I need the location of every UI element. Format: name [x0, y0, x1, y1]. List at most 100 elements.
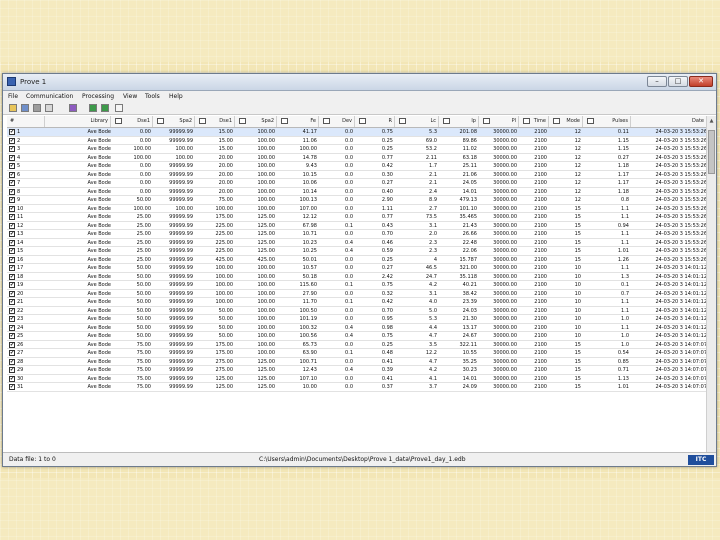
row-checkbox[interactable]	[9, 315, 15, 323]
column-header-dev[interactable]: Dev	[319, 116, 355, 127]
run-icon[interactable]	[89, 104, 97, 112]
row-checkbox[interactable]	[9, 188, 15, 196]
row-checkbox[interactable]	[9, 128, 15, 136]
table-row[interactable]: 10 Ave Bode 100.00 100.00 100.00 100.00 107.00…	[7, 205, 712, 213]
column-header-time[interactable]: Time	[519, 116, 549, 127]
row-checkbox[interactable]	[9, 281, 15, 289]
row-checkbox[interactable]	[9, 332, 15, 340]
table-row[interactable]: 2 Ave Bode 0.00 99999.99 15.00 100.00 11.06 0.0…	[7, 137, 712, 145]
column-header-mode[interactable]: Mode	[549, 116, 583, 127]
table-row[interactable]: 4 Ave Bode 100.00 100.00 20.00 100.00 14.78 0.0…	[7, 154, 712, 162]
table-row[interactable]: 11 Ave Bode 25.00 99999.99 175.00 125.00 12.12…	[7, 213, 712, 222]
table-row[interactable]: 22 Ave Bode 50.00 99999.99 50.00 100.00 100.50…	[7, 307, 712, 315]
vertical-scrollbar[interactable]: ▲ ▼	[706, 116, 716, 466]
table-row[interactable]: 20 Ave Bode 50.00 99999.99 100.00 100.00 27.90…	[7, 290, 712, 298]
row-checkbox[interactable]	[9, 290, 15, 298]
menu-file[interactable]: File	[8, 91, 18, 102]
menu-communication[interactable]: Communication	[26, 91, 73, 102]
column-header-pulses[interactable]: Pulses	[583, 116, 631, 127]
table-row[interactable]: 7 Ave Bode 0.00 99999.99 20.00 100.00 10.06 0.0…	[7, 179, 712, 188]
table-row[interactable]: 8 Ave Bode 0.00 99999.99 20.00 100.00 10.14 0.0…	[7, 188, 712, 196]
row-checkbox[interactable]	[9, 222, 15, 230]
table-row[interactable]: 18 Ave Bode 50.00 99999.99 100.00 100.00 50.18…	[7, 273, 712, 281]
scroll-thumb[interactable]	[708, 130, 715, 174]
column-header-spa2b[interactable]: Spa2	[235, 116, 277, 127]
row-checkbox[interactable]	[9, 383, 15, 391]
row-checkbox[interactable]	[9, 213, 15, 221]
column-header-r[interactable]: R	[355, 116, 395, 127]
minimize-button[interactable]: –	[647, 76, 667, 87]
row-checkbox[interactable]	[9, 298, 15, 306]
row-checkbox[interactable]	[9, 137, 15, 145]
row-checkbox[interactable]	[9, 205, 15, 213]
stop-icon[interactable]	[101, 104, 109, 112]
column-header-pl[interactable]: Pl	[479, 116, 519, 127]
table-row[interactable]: 9 Ave Bode 50.00 99999.99 75.00 100.00 100.13 0…	[7, 196, 712, 205]
column-header-lc[interactable]: Lc	[395, 116, 439, 127]
open-icon[interactable]	[9, 104, 17, 112]
menu-view[interactable]: View	[123, 91, 137, 102]
table-row[interactable]: 21 Ave Bode 50.00 99999.99 100.00 100.00 11.70…	[7, 298, 712, 307]
table-row[interactable]: 6 Ave Bode 0.00 99999.99 20.00 100.00 10.15 0.0…	[7, 171, 712, 179]
table-row[interactable]: 24 Ave Bode 50.00 99999.99 50.00 100.00 100.32…	[7, 324, 712, 332]
table-row[interactable]: 15 Ave Bode 25.00 99999.99 225.00 125.00 10.25…	[7, 247, 712, 256]
row-checkbox[interactable]	[9, 341, 15, 349]
cell-m: 1.0	[621, 341, 629, 348]
menu-processing[interactable]: Processing	[82, 91, 114, 102]
row-checkbox[interactable]	[9, 196, 15, 204]
table-row[interactable]: 5 Ave Bode 0.00 99999.99 20.00 100.00 9.43 0.0 0…	[7, 162, 712, 171]
column-header-date[interactable]: Date	[631, 116, 707, 127]
table-row[interactable]: 3 Ave Bode 100.00 100.00 15.00 100.00 100.00 0.…	[7, 145, 712, 154]
column-header-dse1[interactable]: Dse1	[111, 116, 153, 127]
table-row[interactable]: 30 Ave Bode 75.00 99999.99 125.00 125.00 107.1…	[7, 375, 712, 383]
table-row[interactable]: 23 Ave Bode 50.00 99999.99 50.00 100.00 101.19…	[7, 315, 712, 324]
row-checkbox[interactable]	[9, 230, 15, 238]
row-checkbox[interactable]	[9, 154, 15, 162]
column-header-spa2[interactable]: Spa2	[153, 116, 195, 127]
row-checkbox[interactable]	[9, 179, 15, 187]
table-row[interactable]: 29 Ave Bode 75.00 99999.99 275.00 125.00 12.43…	[7, 366, 712, 375]
table-row[interactable]: 17 Ave Bode 50.00 99999.99 100.00 100.00 10.57…	[7, 264, 712, 273]
export-icon[interactable]	[45, 104, 53, 112]
row-checkbox[interactable]	[9, 273, 15, 281]
row-checkbox[interactable]	[9, 264, 15, 272]
table-row[interactable]: 13 Ave Bode 25.00 99999.99 225.00 125.00 10.71…	[7, 230, 712, 239]
table-row[interactable]: 14 Ave Bode 25.00 99999.99 225.00 125.00 10.23…	[7, 239, 712, 247]
column-header-library[interactable]: Library	[45, 116, 111, 127]
table-row[interactable]: 28 Ave Bode 75.00 99999.99 275.00 125.00 100.7…	[7, 358, 712, 366]
column-header-fe[interactable]: Fe	[277, 116, 319, 127]
column-header-lp[interactable]: lp	[439, 116, 479, 127]
row-checkbox[interactable]	[9, 162, 15, 170]
cell-h: 4.1	[429, 375, 437, 382]
maximize-button[interactable]: □	[668, 76, 688, 87]
table-row[interactable]: 26 Ave Bode 75.00 99999.99 175.00 100.00 65.73…	[7, 341, 712, 349]
row-checkbox[interactable]	[9, 366, 15, 374]
table-row[interactable]: 27 Ave Bode 75.00 99999.99 175.00 100.00 63.90…	[7, 349, 712, 358]
menu-tools[interactable]: Tools	[145, 91, 160, 102]
row-checkbox[interactable]	[9, 247, 15, 255]
row-checkbox[interactable]	[9, 358, 15, 366]
save-icon[interactable]	[21, 104, 29, 112]
menu-help[interactable]: Help	[169, 91, 183, 102]
column-header-dse1b[interactable]: Dse1	[195, 116, 235, 127]
column-header-index[interactable]: #	[7, 116, 45, 127]
table-row[interactable]: 31 Ave Bode 75.00 99999.99 125.00 125.00 10.00…	[7, 383, 712, 392]
close-button[interactable]: ✕	[689, 76, 713, 87]
table-row[interactable]: 16 Ave Bode 25.00 99999.99 425.00 425.00 50.01…	[7, 256, 712, 264]
table-row[interactable]: 19 Ave Bode 50.00 99999.99 100.00 100.00 115.6…	[7, 281, 712, 290]
row-checkbox[interactable]	[9, 239, 15, 247]
scroll-up-icon[interactable]: ▲	[708, 118, 715, 125]
table-row[interactable]: 1 Ave Bode 0.00 99999.99 15.00 100.00 41.17 0.0…	[7, 128, 712, 137]
row-checkbox[interactable]	[9, 171, 15, 179]
row-checkbox[interactable]	[9, 349, 15, 357]
row-checkbox[interactable]	[9, 145, 15, 153]
chart-icon[interactable]	[69, 104, 77, 112]
row-checkbox[interactable]	[9, 324, 15, 332]
table-row[interactable]: 12 Ave Bode 25.00 99999.99 225.00 125.00 67.98…	[7, 222, 712, 230]
calc-icon[interactable]	[115, 104, 123, 112]
table-row[interactable]: 25 Ave Bode 50.00 99999.99 50.00 100.00 100.56…	[7, 332, 712, 341]
row-checkbox[interactable]	[9, 307, 15, 315]
row-checkbox[interactable]	[9, 256, 15, 264]
print-icon[interactable]	[33, 104, 41, 112]
row-checkbox[interactable]	[9, 375, 15, 383]
